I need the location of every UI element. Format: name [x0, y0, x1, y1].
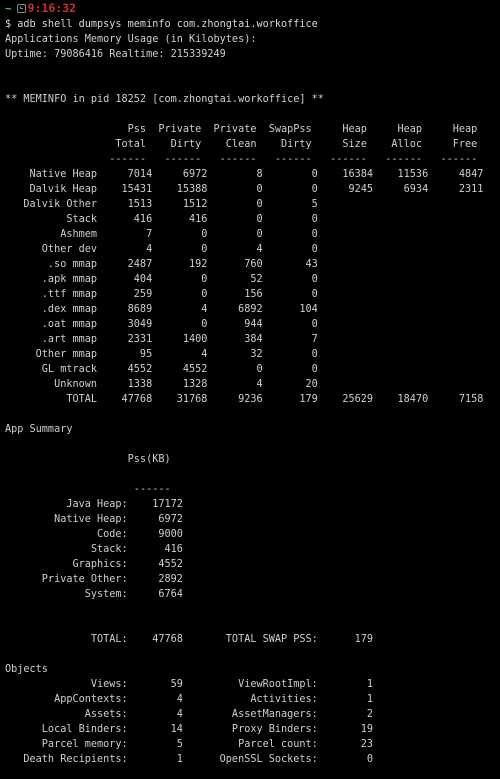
table-row: Ashmem 7 0 0 0	[5, 229, 318, 240]
table-row: Unknown 1338 1328 4 20	[5, 379, 318, 390]
table-row: Other dev 4 0 4 0	[5, 244, 318, 255]
prompt-line: ~ 9:16:32	[0, 0, 500, 17]
table-row: GL mtrack 4552 4552 0 0	[5, 364, 318, 375]
meminfo-title: ** MEMINFO in pid 18252 [com.zhongtai.wo…	[5, 94, 324, 105]
table-row: Dalvik Heap 15431 15388 0 0 9245 6934 23…	[5, 184, 484, 195]
app-summary-row: Stack: 416	[5, 544, 183, 555]
table-row: Native Heap 7014 6972 8 0 16384 11536 48…	[5, 169, 484, 180]
table-header-row-2: Total Dirty Clean Dirty Size Alloc Free	[5, 139, 478, 150]
table-row: .so mmap 2487 192 760 43	[5, 259, 318, 270]
clock-icon	[16, 4, 26, 13]
table-header-row-1: Pss Private Private SwapPss Heap Heap He…	[5, 124, 478, 135]
app-summary-title: App Summary	[5, 424, 73, 435]
app-summary-row: Code: 9000	[5, 529, 183, 540]
app-summary-total-line: TOTAL: 47768 TOTAL SWAP PSS: 179	[5, 634, 374, 645]
terminal-window: ~ 9:16:32 $ adb shell dumpsys meminfo co…	[0, 0, 500, 779]
app-summary-row: System: 6764	[5, 589, 183, 600]
objects-title: Objects	[5, 664, 48, 675]
table-row: Dalvik Other 1513 1512 0 5	[5, 199, 318, 210]
command-line: $ adb shell dumpsys meminfo com.zhongtai…	[5, 19, 318, 30]
prompt-time: 9:16:32	[27, 1, 77, 15]
objects-row: Parcel memory: 5 Parcel count: 23	[5, 739, 374, 750]
table-row: .apk mmap 404 0 52 0	[5, 274, 318, 285]
table-row: .oat mmap 3049 0 944 0	[5, 319, 318, 330]
app-summary-column-header: Pss(KB)	[5, 454, 171, 465]
objects-row: AppContexts: 4 Activities: 1	[5, 694, 374, 705]
app-summary-row: Graphics: 4552	[5, 559, 183, 570]
objects-row: Assets: 4 AssetManagers: 2	[5, 709, 374, 720]
header-line-uptime: Uptime: 79086416 Realtime: 215339249	[5, 49, 226, 60]
header-line-usage: Applications Memory Usage (in Kilobytes)…	[5, 34, 257, 45]
table-row: Other mmap 95 4 32 0	[5, 349, 318, 360]
objects-row: Local Binders: 14 Proxy Binders: 19	[5, 724, 374, 735]
table-row: Stack 416 416 0 0	[5, 214, 318, 225]
prompt-tilde: ~	[5, 2, 12, 15]
app-summary-separator: ------	[5, 484, 171, 495]
table-row-total: TOTAL 47768 31768 9236 179 25629 18470 7…	[5, 394, 484, 405]
table-separator: ------ ------ ------ ------ ------ -----…	[5, 154, 478, 165]
objects-row: Death Recipients: 1 OpenSSL Sockets: 0	[5, 754, 374, 765]
app-summary-row: Java Heap: 17172	[5, 499, 183, 510]
table-row: .ttf mmap 259 0 156 0	[5, 289, 318, 300]
objects-row: Views: 59 ViewRootImpl: 1	[5, 679, 374, 690]
table-row: .art mmap 2331 1400 384 7	[5, 334, 318, 345]
app-summary-row: Private Other: 2892	[5, 574, 183, 585]
app-summary-row: Native Heap: 6972	[5, 514, 183, 525]
table-row: .dex mmap 8689 4 6892 104	[5, 304, 318, 315]
